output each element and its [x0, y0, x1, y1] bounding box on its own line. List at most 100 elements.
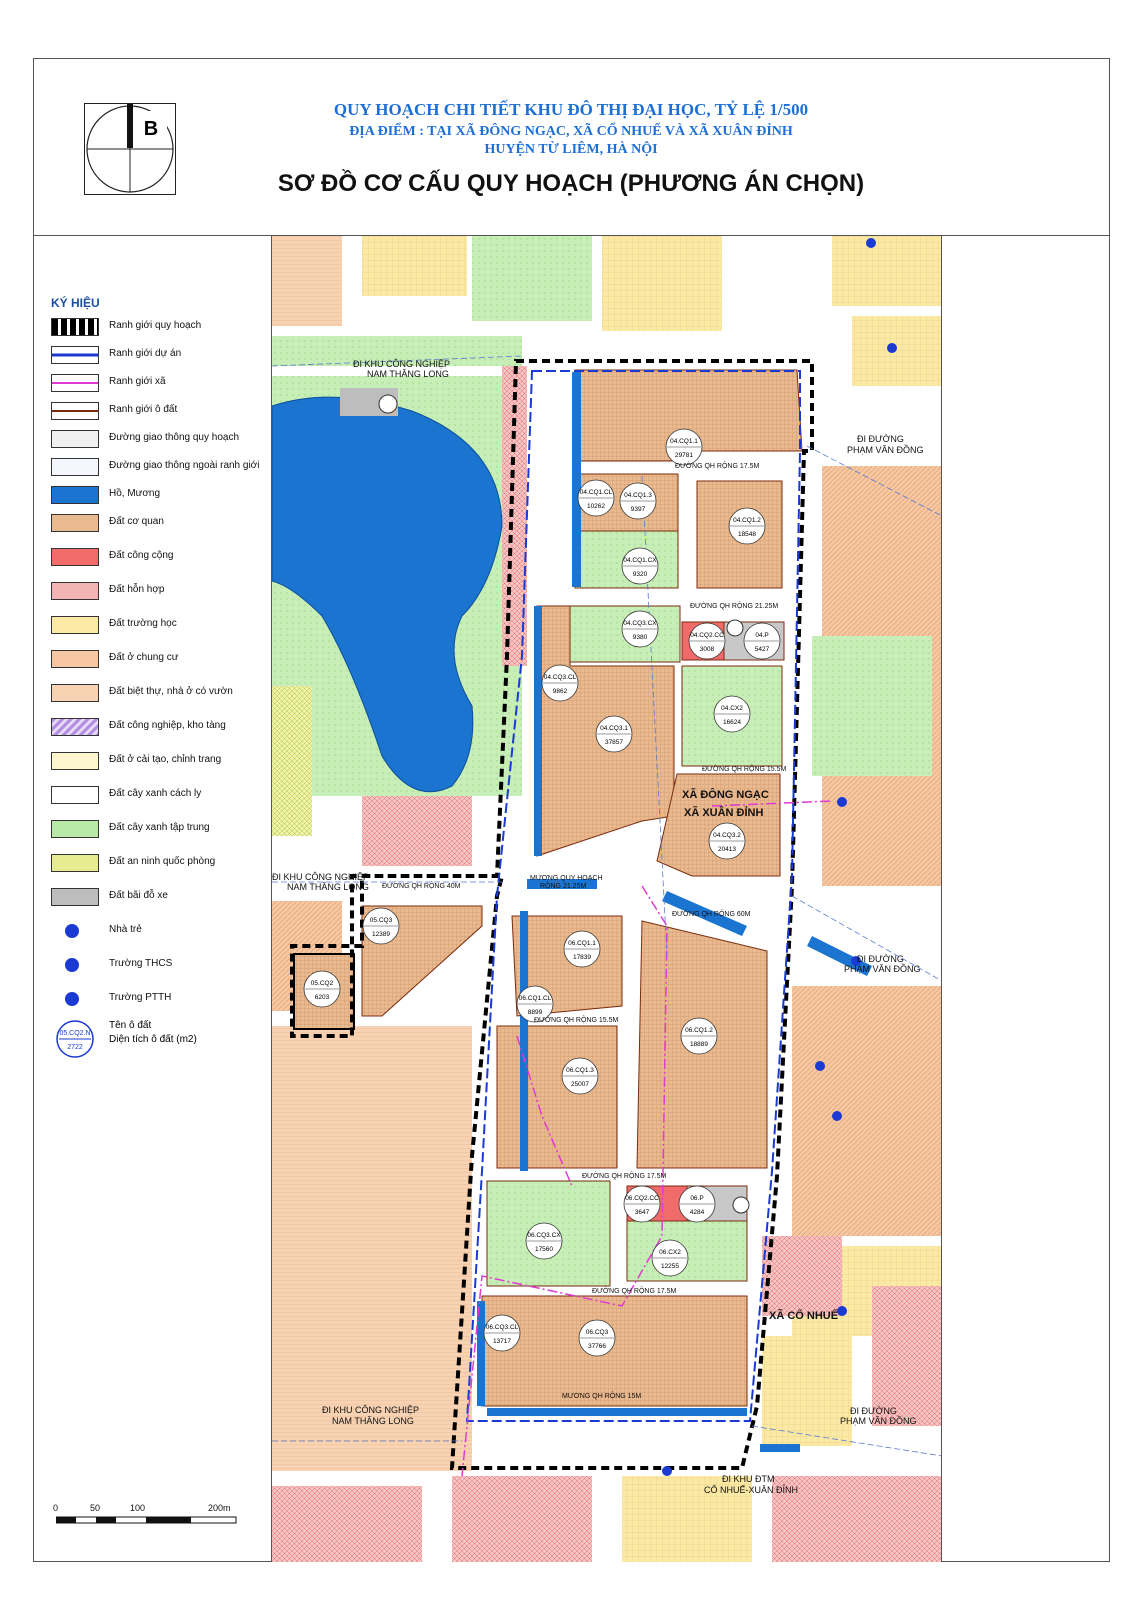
- lot-name: 05.CQ3: [370, 917, 393, 924]
- lot-area: 10262: [587, 503, 605, 510]
- lot-name: 06.CQ2.CC: [625, 1195, 659, 1202]
- legend-label: Đất trường học: [109, 618, 177, 629]
- label-commune-xuan-dinh: XÃ XUÂN ĐỈNH: [684, 806, 764, 819]
- lot-area: 9380: [633, 634, 648, 641]
- legend-label: Đất công cộng: [109, 550, 174, 561]
- legend-swatch-water: [51, 486, 99, 504]
- sample-lot-area: 2722: [67, 1044, 83, 1051]
- legend-swatch-public: [51, 548, 99, 566]
- legend-item-boundary-commune: Ranh giới xã: [51, 372, 281, 392]
- lot-name: 06.CQ1.1: [568, 940, 596, 947]
- legend-label: Trường PTTH: [109, 992, 172, 1003]
- label-to-pvd-2b: PHẠM VĂN ĐỒNG: [844, 963, 921, 974]
- label-canal-a: MƯƠNG QUY HOẠCH: [530, 875, 603, 882]
- legend-label: Đất ở cải tạo, chỉnh trang: [109, 754, 222, 765]
- lot-name: 04.CQ3.CX: [623, 620, 657, 627]
- lot-name: 06.CX2: [659, 1249, 681, 1256]
- lot-marker[interactable]: 06.CQ3.CX 17560: [525, 1222, 563, 1260]
- legend-label: Đất biệt thự, nhà ở có vườn: [109, 686, 233, 697]
- legend-swatch-green-buffer: [51, 786, 99, 804]
- lot-marker[interactable]: 04.CQ3.CX 9380: [621, 610, 659, 648]
- legend-swatch-school: [51, 616, 99, 634]
- lot-marker[interactable]: 05.CQ2 6203: [303, 970, 341, 1008]
- lot-name: 04.CQ1.1: [670, 438, 698, 445]
- scale-bar: 0 50 100 200m: [50, 1503, 240, 1533]
- legend-item-villa: Đất biệt thự, nhà ở có vườn: [51, 682, 281, 702]
- lot-marker[interactable]: 04.CQ3.1 37857: [595, 715, 633, 753]
- lot-name: 04.CQ1.2: [733, 517, 761, 524]
- lot-name: 04.CQ3.1: [600, 725, 628, 732]
- lot-marker[interactable]: 06.CQ1.3 25007: [561, 1057, 599, 1095]
- lot-name: 06.CQ1.2: [685, 1027, 713, 1034]
- lot-marker[interactable]: 04.CQ1.2 18548: [728, 507, 766, 545]
- lot-marker[interactable]: 05.CQ3 12389: [362, 907, 400, 945]
- lot-marker[interactable]: 06.CQ1.1 17839: [563, 930, 601, 968]
- lot-marker[interactable]: 06.CQ3 37766: [578, 1319, 616, 1357]
- legend-item-school: Đất trường học: [51, 614, 281, 634]
- lot-marker[interactable]: 06.CQ2.CC 3647: [623, 1185, 661, 1223]
- lot-marker[interactable]: 04.CQ1.3 9397: [619, 482, 657, 520]
- scale-tick-50: 50: [90, 1503, 101, 1513]
- label-to-dtm-b: CỔ NHUẾ-XUÂN ĐỈNH: [704, 1484, 798, 1495]
- lot-marker[interactable]: 04.CQ3.2 20413: [708, 822, 746, 860]
- lot-area: 9862: [553, 688, 568, 695]
- legend-item-boundary-plan: Ranh giới quy hoạch: [51, 316, 281, 336]
- lot-name: 06.CQ3: [586, 1329, 609, 1336]
- legend-label: Ranh giới ô đất: [109, 404, 178, 415]
- legend-item-boundary-project: Ranh giới dự án: [51, 344, 281, 364]
- label-to-pvd-2: ĐI ĐƯỜNG: [857, 954, 904, 964]
- lot-name: 06.CQ1.3: [566, 1067, 594, 1074]
- lot-marker[interactable]: 06.CX2 12255: [651, 1239, 689, 1277]
- legend-label: Đất bãi đỗ xe: [109, 890, 168, 901]
- lot-marker[interactable]: 04.CX2 16624: [713, 695, 751, 733]
- lot-area: 29781: [675, 452, 693, 459]
- legend-swatch-boundary-project: [51, 346, 99, 364]
- lot-marker[interactable]: 06.P 4284: [678, 1185, 716, 1223]
- legend-item-kindergarten: Nhà trẻ: [51, 920, 281, 940]
- legend-item-industry: Đất công nghiệp, kho tàng: [51, 716, 281, 736]
- label-canal-b: RỘNG 21.25M: [540, 881, 586, 890]
- lot-name: 06.CQ3.CX: [527, 1232, 561, 1239]
- legend-swatch-apartment: [51, 650, 99, 668]
- lot-name: 06.CQ3.CL: [486, 1324, 519, 1331]
- legend-swatch-parking: [51, 888, 99, 906]
- lot-area: 4284: [690, 1209, 705, 1216]
- legend-swatch-high-school: [65, 992, 79, 1006]
- legend-label: Đất công nghiệp, kho tàng: [109, 720, 226, 731]
- lot-marker[interactable]: 06.CQ1.2 18889: [680, 1017, 718, 1055]
- legend-label: Ranh giới dự án: [109, 348, 182, 359]
- legend-swatch-defense: [51, 854, 99, 872]
- lot-marker[interactable]: 04.CQ2.CC 3008: [688, 622, 726, 660]
- legend-item-road-plan: Đường giao thông quy hoạch: [51, 428, 281, 448]
- legend-label: Ranh giới xã: [109, 376, 166, 387]
- legend-label: Đất hỗn hợp: [109, 584, 165, 595]
- sample-lot-marker: 05.CQ2.N 2722: [55, 1019, 95, 1059]
- sample-lot-name: 05.CQ2.N: [59, 1030, 90, 1037]
- lot-marker[interactable]: 04.CQ1.CL 10262: [577, 479, 615, 517]
- legend-label: Đất cơ quan: [109, 516, 164, 527]
- lot-name: 04.CX2: [721, 705, 743, 712]
- legend-label: Hồ, Mương: [109, 488, 161, 499]
- label-to-industrial-3b: NAM THĂNG LONG: [332, 1416, 414, 1426]
- legend-item-high-school: Trường PTTH: [51, 988, 281, 1008]
- sample-name-label: Tên ô đất: [109, 1020, 152, 1031]
- label-road-21-25: ĐƯỜNG QH RỘNG 21.25M: [690, 601, 778, 610]
- legend-label: Trường THCS: [109, 958, 173, 969]
- label-to-dtm: ĐI KHU ĐTM: [722, 1474, 775, 1484]
- lot-area: 20413: [718, 846, 736, 853]
- lot-marker[interactable]: 04.CQ1.1 29781: [665, 428, 703, 466]
- legend-item-office: Đất cơ quan: [51, 512, 281, 532]
- lot-marker[interactable]: 06.CQ3.CL 13717: [483, 1314, 521, 1352]
- lot-area: 17560: [535, 1246, 553, 1253]
- lot-name: 04.CQ1.3: [624, 492, 652, 499]
- legend-swatch-green: [51, 820, 99, 838]
- label-road-15-5-b: ĐƯỜNG QH RỘNG 15.5M: [534, 1015, 618, 1024]
- legend-label: Đất an ninh quốc phòng: [109, 856, 216, 867]
- lot-marker[interactable]: 04.CQ1.CX 9320: [621, 547, 659, 585]
- lot-name: 04.CQ1.CL: [580, 489, 613, 496]
- title-line-1: QUY HOẠCH CHI TIẾT KHU ĐÔ THỊ ĐẠI HỌC, T…: [333, 100, 809, 119]
- lot-area: 37857: [605, 739, 623, 746]
- lot-marker[interactable]: 04.CQ3.CL 9862: [541, 664, 579, 702]
- lot-marker[interactable]: 04.P 5427: [743, 622, 781, 660]
- planning-map[interactable]: 04.CQ1.1 29781 04.CQ1.CL 10262 04.CQ1.3 9397 0…: [271, 236, 942, 1562]
